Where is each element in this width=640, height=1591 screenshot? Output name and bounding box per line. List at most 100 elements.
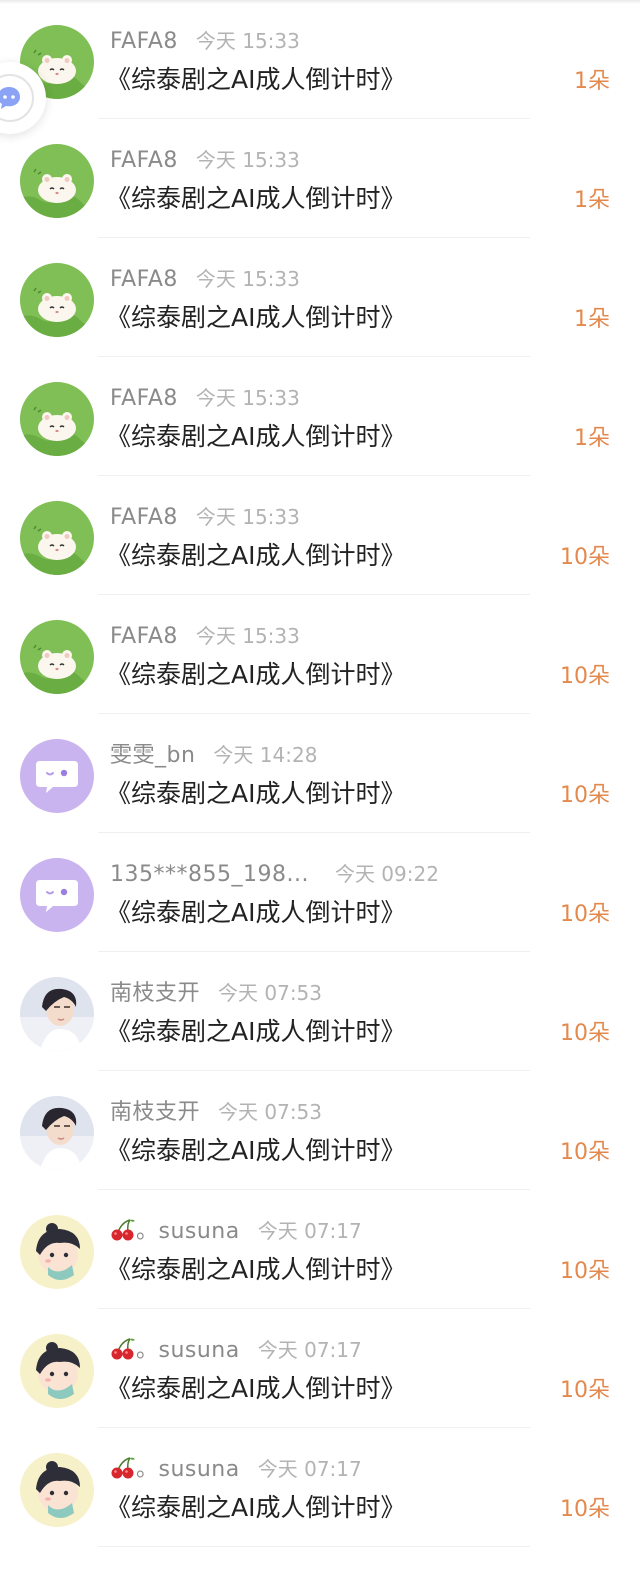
username[interactable]: 135***855_198... xyxy=(110,862,309,887)
username[interactable]: 。susuna xyxy=(136,1219,240,1244)
default-chat-avatar-icon xyxy=(20,739,94,813)
timestamp: 今天 09:22 xyxy=(334,862,439,886)
timestamp: 今天 15:33 xyxy=(195,267,300,291)
novel-title[interactable]: 《综泰剧之AI成人倒计时》 xyxy=(106,62,405,98)
novel-title[interactable]: 《综泰剧之AI成人倒计时》 xyxy=(106,1014,405,1050)
novel-title[interactable]: 《综泰剧之AI成人倒计时》 xyxy=(106,1133,405,1169)
assistant-bubble-icon xyxy=(0,87,20,109)
gift-count: 10朵 xyxy=(560,902,610,927)
timestamp: 今天 07:17 xyxy=(257,1457,362,1481)
username[interactable]: 南枝支开 xyxy=(110,981,200,1006)
novel-title[interactable]: 《综泰剧之AI成人倒计时》 xyxy=(106,419,405,455)
username[interactable]: FAFA8 xyxy=(110,624,178,649)
avatar[interactable] xyxy=(20,263,94,337)
username[interactable]: FAFA8 xyxy=(110,505,178,530)
default-chat-avatar-icon xyxy=(20,858,94,932)
list-item[interactable]: FAFA8 今天 15:33 《综泰剧之AI成人倒计时》 1朵 xyxy=(0,119,640,238)
list-item[interactable]: FAFA8 今天 15:33 《综泰剧之AI成人倒计时》 1朵 xyxy=(0,238,640,357)
list-item[interactable]: FAFA8 今天 15:33 《综泰剧之AI成人倒计时》 10朵 xyxy=(0,476,640,595)
gift-count: 1朵 xyxy=(574,188,610,213)
novel-title[interactable]: 《综泰剧之AI成人倒计时》 xyxy=(106,300,405,336)
timestamp: 今天 07:17 xyxy=(257,1338,362,1362)
avatar[interactable] xyxy=(20,1215,94,1289)
list-item[interactable]: FAFA8 今天 15:33 《综泰剧之AI成人倒计时》 10朵 xyxy=(0,595,640,714)
item-meta: 。susuna 今天 07:17 xyxy=(110,1455,362,1483)
gift-count: 10朵 xyxy=(560,1259,610,1284)
cherry-icon xyxy=(111,1457,135,1479)
gift-count: 10朵 xyxy=(560,783,610,808)
list-item[interactable]: 。susuna 今天 07:17 《综泰剧之AI成人倒计时》 10朵 xyxy=(0,1309,640,1428)
timestamp: 今天 14:28 xyxy=(213,743,318,767)
username[interactable]: 。susuna xyxy=(136,1338,240,1363)
item-meta: FAFA8 今天 15:33 xyxy=(110,27,300,55)
item-meta: 雯雯_bn 今天 14:28 xyxy=(110,741,317,769)
item-meta: 。susuna 今天 07:17 xyxy=(110,1336,362,1364)
list-item[interactable]: 135***855_198... 今天 09:22 《综泰剧之AI成人倒计时》 1… xyxy=(0,833,640,952)
avatar[interactable] xyxy=(20,1096,94,1170)
novel-title[interactable]: 《综泰剧之AI成人倒计时》 xyxy=(106,895,405,931)
cherry-icon xyxy=(111,1219,135,1241)
cartoon-boy-avatar-icon xyxy=(20,1453,94,1527)
avatar[interactable] xyxy=(20,144,94,218)
novel-title[interactable]: 《综泰剧之AI成人倒计时》 xyxy=(106,538,405,574)
list-item[interactable]: 雯雯_bn 今天 14:28 《综泰剧之AI成人倒计时》 10朵 xyxy=(0,714,640,833)
divider xyxy=(98,1546,530,1547)
hamster-avatar-icon xyxy=(20,501,94,575)
cartoon-boy-avatar-icon xyxy=(20,1215,94,1289)
username[interactable]: 。susuna xyxy=(136,1457,240,1482)
item-meta: FAFA8 今天 15:33 xyxy=(110,503,300,531)
avatar[interactable] xyxy=(20,858,94,932)
cherry-icon xyxy=(111,1338,135,1360)
item-meta: 南枝支开 今天 07:53 xyxy=(110,1098,322,1126)
username[interactable]: FAFA8 xyxy=(110,267,178,292)
item-meta: FAFA8 今天 15:33 xyxy=(110,622,300,650)
timestamp: 今天 15:33 xyxy=(195,505,300,529)
item-meta: 135***855_198... 今天 09:22 xyxy=(110,860,439,888)
avatar[interactable] xyxy=(20,1453,94,1527)
hamster-avatar-icon xyxy=(20,382,94,456)
list-item[interactable]: FAFA8 今天 15:33 《综泰剧之AI成人倒计时》 1朵 xyxy=(0,357,640,476)
novel-title[interactable]: 《综泰剧之AI成人倒计时》 xyxy=(106,1371,405,1407)
timestamp: 今天 15:33 xyxy=(195,624,300,648)
list-item[interactable]: 。susuna 今天 07:17 《综泰剧之AI成人倒计时》 10朵 xyxy=(0,1190,640,1309)
gift-count: 10朵 xyxy=(560,545,610,570)
username[interactable]: FAFA8 xyxy=(110,29,178,54)
gift-record-screen: FAFA8 今天 15:33 《综泰剧之AI成人倒计时》 1朵 FAFA8 今天 1… xyxy=(0,0,640,1591)
novel-title[interactable]: 《综泰剧之AI成人倒计时》 xyxy=(106,657,405,693)
item-meta: 南枝支开 今天 07:53 xyxy=(110,979,322,1007)
list-item[interactable]: 。susuna 今天 07:17 《综泰剧之AI成人倒计时》 10朵 xyxy=(0,1428,640,1547)
novel-title[interactable]: 《综泰剧之AI成人倒计时》 xyxy=(106,181,405,217)
novel-title[interactable]: 《综泰剧之AI成人倒计时》 xyxy=(106,1252,405,1288)
gift-count: 1朵 xyxy=(574,426,610,451)
portrait-avatar-icon xyxy=(20,1096,94,1170)
avatar[interactable] xyxy=(20,382,94,456)
gift-count: 10朵 xyxy=(560,1497,610,1522)
cartoon-boy-avatar-icon xyxy=(20,1334,94,1408)
timestamp: 今天 15:33 xyxy=(195,148,300,172)
gift-list: FAFA8 今天 15:33 《综泰剧之AI成人倒计时》 1朵 FAFA8 今天 1… xyxy=(0,0,640,1547)
username[interactable]: 南枝支开 xyxy=(110,1100,200,1125)
timestamp: 今天 07:17 xyxy=(257,1219,362,1243)
novel-title[interactable]: 《综泰剧之AI成人倒计时》 xyxy=(106,776,405,812)
item-meta: FAFA8 今天 15:33 xyxy=(110,146,300,174)
avatar[interactable] xyxy=(20,501,94,575)
username[interactable]: FAFA8 xyxy=(110,386,178,411)
item-meta: 。susuna 今天 07:17 xyxy=(110,1217,362,1245)
avatar[interactable] xyxy=(20,977,94,1051)
avatar[interactable] xyxy=(20,739,94,813)
list-item[interactable]: FAFA8 今天 15:33 《综泰剧之AI成人倒计时》 1朵 xyxy=(0,0,640,119)
username[interactable]: FAFA8 xyxy=(110,148,178,173)
hamster-avatar-icon xyxy=(20,144,94,218)
timestamp: 今天 15:33 xyxy=(195,29,300,53)
gift-count: 1朵 xyxy=(574,69,610,94)
novel-title[interactable]: 《综泰剧之AI成人倒计时》 xyxy=(106,1490,405,1526)
avatar[interactable] xyxy=(20,620,94,694)
hamster-avatar-icon xyxy=(20,620,94,694)
gift-count: 10朵 xyxy=(560,1021,610,1046)
hamster-avatar-icon xyxy=(20,263,94,337)
gift-count: 10朵 xyxy=(560,664,610,689)
username[interactable]: 雯雯_bn xyxy=(110,743,195,768)
list-item[interactable]: 南枝支开 今天 07:53 《综泰剧之AI成人倒计时》 10朵 xyxy=(0,1071,640,1190)
avatar[interactable] xyxy=(20,1334,94,1408)
list-item[interactable]: 南枝支开 今天 07:53 《综泰剧之AI成人倒计时》 10朵 xyxy=(0,952,640,1071)
